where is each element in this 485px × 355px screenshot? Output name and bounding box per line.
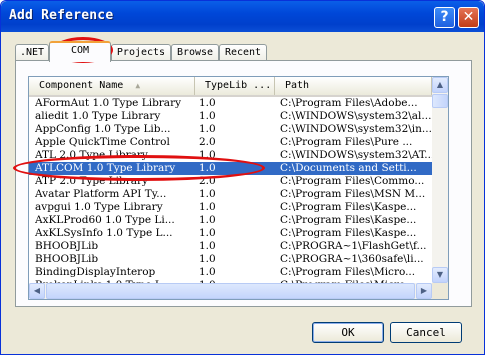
typelib-version-cell: 2.0	[199, 175, 216, 187]
table-row[interactable]: Avatar Platform API Ty... 1.0 C:\Program F…	[29, 188, 432, 201]
table-row[interactable]: AxKLProd60 1.0 Type Li... 1.0 C:\Program F…	[29, 214, 432, 227]
component-name-cell: ATP 2.0 Type Library	[35, 175, 148, 187]
table-row-selected[interactable]: ATLCOM 1.0 Type Library 1.0 C:\Documents a…	[29, 162, 432, 175]
table-row[interactable]: Apple QuickTime Control 2.0 C:\Program Fil…	[29, 136, 432, 149]
table-row[interactable]: avpgui 1.0 Type Library 1.0 C:\Program Fil…	[29, 201, 432, 214]
typelib-version-cell: 1.0	[199, 97, 216, 109]
component-name-cell: aliedit 1.0 Type Library	[35, 110, 161, 122]
component-name-cell: BHOOBJLib	[35, 253, 99, 265]
table-row[interactable]: ATP 2.0 Type Library 2.0 C:\Program Files\…	[29, 175, 432, 188]
tab-projects[interactable]: Projects	[111, 44, 171, 60]
horizontal-scrollbar[interactable]: ◀ ▶	[29, 283, 432, 299]
path-cell: C:\PROGRA~1\FlashGet\f...	[280, 240, 427, 252]
path-cell: C:\Program Files\Kaspe...	[280, 201, 417, 213]
path-cell: C:\WINDOWS\system32\in...	[280, 123, 432, 135]
column-component-name[interactable]: Component Name ▲	[29, 77, 195, 95]
path-cell: C:\Program Files\Adobe...	[280, 97, 418, 109]
vertical-scroll-thumb[interactable]	[432, 94, 448, 108]
sort-arrow-icon: ▲	[135, 81, 141, 90]
path-cell: C:\Program Files\Kaspe...	[280, 227, 417, 239]
typelib-version-cell: 1.0	[199, 123, 216, 135]
component-name-cell: avpgui 1.0 Type Library	[35, 201, 163, 213]
table-row[interactable]: AxKLSysInfo 1.0 Type L... 1.0 C:\Program F…	[29, 227, 432, 240]
cancel-button[interactable]: Cancel	[390, 322, 462, 343]
scroll-left-icon[interactable]: ◀	[29, 283, 45, 299]
table-row[interactable]: AFormAut 1.0 Type Library 1.0 C:\Program F…	[29, 97, 432, 110]
scroll-corner	[432, 283, 448, 299]
path-cell: C:\Program Files\Kaspe...	[280, 214, 417, 226]
typelib-version-cell: 1.0	[199, 227, 216, 239]
component-name-cell: AxKLSysInfo 1.0 Type L...	[35, 227, 173, 239]
component-name-cell: BHOOBJLib	[35, 240, 99, 252]
scroll-right-icon[interactable]: ▶	[416, 283, 432, 299]
path-cell: C:\WINDOWS\system32\al...	[280, 110, 432, 122]
typelib-version-cell: 1.0	[199, 240, 216, 252]
typelib-version-cell: 1.0	[199, 149, 216, 161]
horizontal-scroll-thumb[interactable]	[46, 283, 415, 299]
component-name-cell: ATLCOM 1.0 Type Library	[35, 162, 176, 174]
tab-browse[interactable]: Browse	[171, 44, 219, 60]
scroll-down-icon[interactable]: ▼	[432, 267, 448, 283]
tab-dotnet[interactable]: .NET	[15, 44, 49, 60]
table-row[interactable]: BindingDisplayInterop 1.0 C:\Program Files…	[29, 266, 432, 279]
table-row[interactable]: BHOOBJLib 1.0 C:\PROGRA~1\FlashGet\f...	[29, 240, 432, 253]
path-cell: C:\Program Files\Commo...	[280, 175, 425, 187]
path-cell: C:\Program Files\Micro...	[280, 266, 416, 278]
typelib-version-cell: 2.0	[199, 136, 216, 148]
dialog-title: Add Reference	[9, 8, 114, 23]
tab-recent[interactable]: Recent	[219, 44, 267, 60]
table-row[interactable]: AppConfig 1.0 Type Lib... 1.0 C:\WINDOWS\s…	[29, 123, 432, 136]
component-name-cell: BindingDisplayInterop	[35, 266, 156, 278]
typelib-version-cell: 1.0	[199, 201, 216, 213]
table-row[interactable]: aliedit 1.0 Type Library 1.0 C:\WINDOWS\sy…	[29, 110, 432, 123]
table-row[interactable]: BHOOBJLib 1.0 C:\PROGRA~1\360safe\li...	[29, 253, 432, 266]
component-name-cell: AppConfig 1.0 Type Lib...	[35, 123, 171, 135]
ok-button[interactable]: OK	[312, 322, 384, 343]
title-bar[interactable]: Add Reference ? ✕	[1, 1, 484, 32]
path-cell: C:\Documents and Setti...	[280, 162, 417, 174]
typelib-version-cell: 1.0	[199, 214, 216, 226]
path-cell: C:\WINDOWS\system32\AT...	[280, 149, 432, 161]
component-list[interactable]: Component Name ▲ TypeLib ... Path AFormA…	[28, 76, 449, 300]
path-cell: C:\PROGRA~1\360safe\li...	[280, 253, 424, 265]
component-name-cell: Apple QuickTime Control	[35, 136, 170, 148]
path-cell: C:\Program Files\MSN M...	[280, 188, 426, 200]
component-name-cell: AxKLProd60 1.0 Type Li...	[35, 214, 175, 226]
list-rows: AFormAut 1.0 Type Library 1.0 C:\Program F…	[29, 97, 432, 292]
typelib-version-cell: 1.0	[199, 162, 216, 174]
column-label: Component Name	[39, 80, 124, 91]
component-name-cell: Avatar Platform API Ty...	[35, 188, 167, 200]
add-reference-dialog: Add Reference ? ✕ .NET COM Projects Brow…	[0, 0, 485, 355]
typelib-version-cell: 1.0	[199, 266, 216, 278]
component-name-cell: AFormAut 1.0 Type Library	[35, 97, 182, 109]
component-name-cell: ATL 2.0 Type Library	[35, 149, 148, 161]
typelib-version-cell: 1.0	[199, 110, 216, 122]
path-cell: C:\Program Files\Pure ...	[280, 136, 413, 148]
tab-com[interactable]: COM	[49, 41, 111, 62]
typelib-version-cell: 1.0	[199, 188, 216, 200]
help-button[interactable]: ?	[434, 7, 455, 28]
typelib-version-cell: 1.0	[199, 253, 216, 265]
column-typelib[interactable]: TypeLib ...	[195, 77, 275, 95]
table-row[interactable]: ATL 2.0 Type Library 1.0 C:\WINDOWS\system…	[29, 149, 432, 162]
vertical-scrollbar[interactable]: ▲ ▼	[432, 77, 448, 283]
column-path[interactable]: Path	[275, 77, 432, 95]
list-header: Component Name ▲ TypeLib ... Path	[29, 77, 432, 97]
scroll-up-icon[interactable]: ▲	[432, 77, 448, 93]
close-button[interactable]: ✕	[458, 7, 479, 28]
